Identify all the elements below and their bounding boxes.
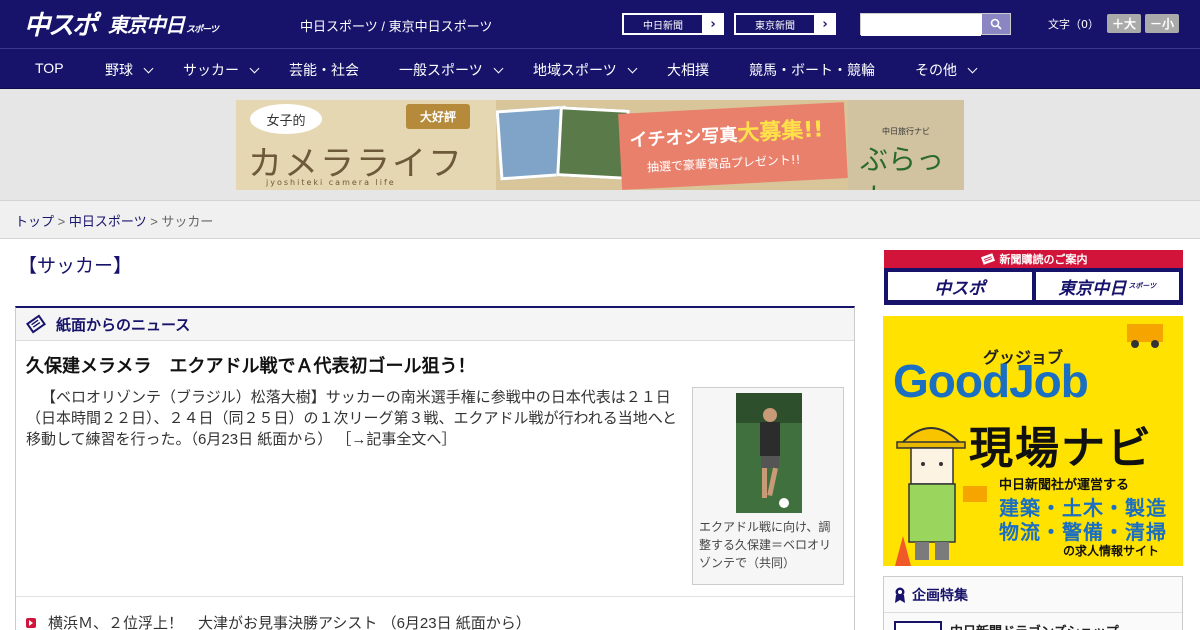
goodjob-ad[interactable]: グッジョブ GoodJob 現場ナビ 中日新聞社が運営する 建築・土木・製造 物… bbox=[883, 316, 1183, 566]
feature-heading: 企画特集 bbox=[884, 577, 1182, 613]
banner-left: 女子的 大好評 カメラライフ jyoshiteki camera life bbox=[236, 100, 496, 190]
news-list-item[interactable]: 横浜Ｍ、２位浮上！ 大津がお見事決勝アシスト （6月23日 紙面から） bbox=[26, 612, 531, 630]
search-button[interactable] bbox=[982, 14, 1010, 34]
breadcrumb-top[interactable]: トップ bbox=[15, 214, 54, 229]
chevron-down-icon bbox=[493, 63, 504, 73]
read-more-link[interactable]: ［→記事全文へ］ bbox=[336, 431, 456, 448]
newspaper-icon bbox=[26, 314, 46, 334]
chunichi-shimbun-label: 中日新聞 bbox=[623, 14, 703, 34]
nav-soccer[interactable]: サッカー bbox=[183, 60, 260, 80]
player-image bbox=[736, 393, 802, 513]
page-title: 【サッカー】 bbox=[18, 256, 133, 277]
news-heading-label: 紙面からのニュース bbox=[56, 316, 191, 334]
subscription-heading: 新聞購読のご案内 bbox=[884, 250, 1183, 268]
chevron-right-icon: › bbox=[710, 16, 716, 32]
tokyo-shimbun-button[interactable]: 東京新聞 › bbox=[734, 13, 836, 35]
nav-sumo[interactable]: 大相撲 bbox=[667, 60, 709, 80]
banner-bubble: 女子的 bbox=[250, 104, 322, 134]
news-heading: 紙面からのニュース bbox=[16, 308, 854, 341]
nav-others[interactable]: その他 bbox=[915, 60, 978, 80]
nav-label: 大相撲 bbox=[667, 62, 709, 78]
font-smaller-button[interactable]: －小 bbox=[1145, 14, 1180, 33]
nav-local-sports[interactable]: 地域スポーツ bbox=[533, 60, 638, 80]
font-size-label: 文字（0） bbox=[1048, 17, 1099, 31]
goodjob-title: 現場ナビ bbox=[969, 423, 1153, 474]
chevron-down-icon bbox=[627, 63, 638, 73]
banner-campaign-title: イチオシ写真大募集!! bbox=[629, 117, 825, 152]
banner-area: 女子的 大好評 カメラライフ jyoshiteki camera life イチ… bbox=[0, 89, 1200, 201]
goodjob-line4: の求人情報サイト bbox=[1063, 544, 1160, 558]
chuspo-logo[interactable]: 中スポ bbox=[24, 5, 98, 42]
subscribe-chuspo-button[interactable]: 中スポ bbox=[888, 272, 1032, 300]
search-icon bbox=[990, 18, 1002, 30]
chunichi-shimbun-button[interactable]: 中日新聞 › bbox=[622, 13, 724, 35]
chevron-right-icon: › bbox=[822, 16, 828, 32]
divider bbox=[16, 596, 854, 597]
play-arrow-icon bbox=[26, 617, 36, 628]
font-size-control: 文字（0） ＋大 －小 bbox=[1048, 14, 1180, 33]
feature-box: 企画特集 中日新聞ドラゴンズショップ bbox=[883, 576, 1183, 630]
news-list-item-label: 横浜Ｍ、２位浮上！ 大津がお見事決勝アシスト （6月23日 紙面から） bbox=[48, 615, 531, 630]
nav-baseball[interactable]: 野球 bbox=[105, 60, 154, 80]
subscription-heading-label: 新聞購読のご案内 bbox=[999, 253, 1088, 266]
nav-label: その他 bbox=[915, 62, 957, 78]
tokyo-chunichi-logo[interactable]: 東京中日 スポーツ bbox=[108, 9, 219, 38]
banner-campaign: イチオシ写真大募集!! 抽選で豪華賞品プレゼント!! bbox=[618, 102, 848, 190]
camera-life-banner[interactable]: 女子的 大好評 カメラライフ jyoshiteki camera life イチ… bbox=[236, 100, 964, 190]
nav-label: 一般スポーツ bbox=[399, 62, 483, 78]
search-box bbox=[860, 13, 1011, 36]
banner-right-nav: 中日旅行ナビ bbox=[882, 127, 930, 136]
site-links[interactable]: 中日スポーツ / 東京中日スポーツ bbox=[300, 16, 492, 35]
tokyo-shimbun-label: 東京新聞 bbox=[735, 14, 815, 34]
banner-tag: 大好評 bbox=[406, 104, 471, 129]
subscription-box: 新聞購読のご案内 中スポ 東京中日 スポーツ bbox=[884, 250, 1183, 305]
subscription-logos: 中スポ 東京中日 スポーツ bbox=[884, 268, 1183, 304]
ribbon-icon bbox=[895, 587, 905, 603]
news-box: 紙面からのニュース 久保建メラメラ エクアドル戦でＡ代表初ゴール狙う！ 【ベロオ… bbox=[15, 306, 855, 630]
banner-right: 中日旅行ナビ ぶらっ人 bbox=[848, 100, 964, 190]
goodjob-line3: 物流・警備・清掃 bbox=[999, 520, 1167, 544]
subscribe-tokyo-chunichi-button[interactable]: 東京中日 スポーツ bbox=[1035, 272, 1179, 300]
nav-general-sports[interactable]: 一般スポーツ bbox=[399, 60, 504, 80]
font-bigger-button[interactable]: ＋大 bbox=[1107, 14, 1142, 33]
nav-label: 地域スポーツ bbox=[533, 62, 617, 78]
banner-campaign-sub: 抽選で豪華賞品プレゼント!! bbox=[646, 152, 801, 175]
breadcrumb-separator: > bbox=[146, 214, 162, 229]
nav-top[interactable]: TOP bbox=[35, 60, 64, 76]
nav-racing[interactable]: 競馬・ボート・競輪 bbox=[749, 60, 875, 80]
article-photo-box: エクアドル戦に向け、調整する久保建＝ベロオリゾンテで（共同） bbox=[692, 387, 844, 585]
nav-entertainment[interactable]: 芸能・社会 bbox=[289, 60, 359, 80]
chevron-down-icon bbox=[249, 63, 260, 73]
article-headline[interactable]: 久保建メラメラ エクアドル戦でＡ代表初ゴール狙う！ bbox=[26, 352, 475, 378]
nav-label: TOP bbox=[35, 60, 64, 76]
nav-label: サッカー bbox=[183, 62, 239, 78]
feature-item[interactable]: 中日新聞ドラゴンズショップ bbox=[950, 621, 1119, 630]
goodjob-logo: GoodJob bbox=[893, 355, 1089, 407]
breadcrumb-separator: > bbox=[54, 214, 69, 229]
article-photo[interactable] bbox=[736, 393, 802, 513]
banner-right-brand: ぶらっ人 bbox=[860, 143, 945, 190]
breadcrumb-current: サッカー bbox=[161, 214, 214, 229]
article-summary: 【ベロオリゾンテ（ブラジル）松落大樹】サッカーの南米選手権に参戦中の日本代表は２… bbox=[26, 387, 686, 450]
nav-label: 芸能・社会 bbox=[289, 62, 359, 78]
search-input[interactable] bbox=[861, 15, 981, 36]
feature-thumbnail[interactable] bbox=[894, 621, 942, 630]
breadcrumb-paper[interactable]: 中日スポーツ bbox=[69, 214, 147, 229]
chevron-down-icon bbox=[143, 63, 154, 73]
site-header: 中スポ 東京中日 スポーツ 中日スポーツ / 東京中日スポーツ 中日新聞 › 東京… bbox=[0, 0, 1200, 48]
site-logo[interactable]: 中スポ 東京中日 スポーツ bbox=[24, 8, 219, 41]
goodjob-line1: 中日新聞社が運営する bbox=[999, 478, 1130, 493]
newspaper-icon bbox=[980, 253, 995, 265]
feature-heading-label: 企画特集 bbox=[912, 586, 968, 603]
banner-subtitle: jyoshiteki camera life bbox=[266, 178, 396, 187]
chevron-down-icon bbox=[967, 63, 978, 73]
nav-label: 競馬・ボート・競輪 bbox=[749, 62, 875, 78]
photo-caption: エクアドル戦に向け、調整する久保建＝ベロオリゾンテで（共同） bbox=[699, 520, 832, 570]
breadcrumb: トップ > 中日スポーツ > サッカー bbox=[15, 211, 213, 230]
main-nav: TOP 野球 サッカー 芸能・社会 一般スポーツ 地域スポーツ 大相撲 競馬・ボ… bbox=[0, 48, 1200, 89]
nav-label: 野球 bbox=[105, 62, 133, 78]
